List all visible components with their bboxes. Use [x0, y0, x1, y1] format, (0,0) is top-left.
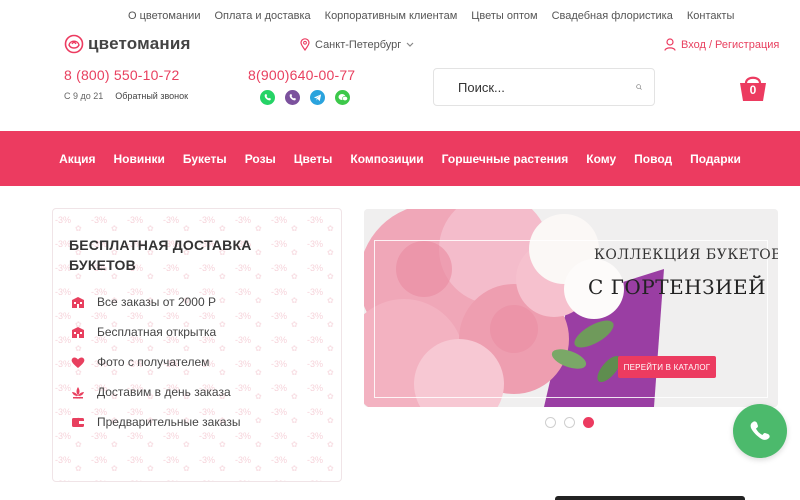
top-navigation: О цветомании Оплата и доставка Корпорати…: [128, 10, 734, 22]
nav-item-potted-plants[interactable]: Горшечные растения: [442, 152, 569, 166]
building-icon: [72, 326, 84, 338]
rose-logo-icon: [64, 34, 84, 54]
feature-item: Все заказы от 2000 Р: [71, 295, 216, 309]
slider-dot[interactable]: [545, 417, 556, 428]
phone-primary[interactable]: 8 (800) 550-10-72: [64, 67, 179, 83]
slider-dot-active[interactable]: [583, 417, 594, 428]
banner-catalog-button[interactable]: ПЕРЕЙТИ В КАТАЛОГ: [618, 356, 716, 378]
nav-item-flowers[interactable]: Цветы: [294, 152, 333, 166]
cart-button[interactable]: 0: [737, 72, 769, 104]
category-navigation: Акция Новинки Букеты Розы Цветы Композиц…: [0, 131, 800, 186]
wechat-icon[interactable]: [335, 90, 350, 105]
feature-item: Доставим в день заказа: [71, 385, 231, 399]
bottom-widget-edge: [555, 496, 745, 500]
free-delivery-panel: -3% ✿ БЕСПЛАТНАЯ ДОСТАВКА БУКЕТОВ Все за…: [52, 208, 342, 482]
topnav-item-wholesale[interactable]: Цветы оптом: [471, 10, 537, 22]
topnav-item-wedding[interactable]: Свадебная флористика: [552, 10, 673, 22]
nav-item-compositions[interactable]: Композиции: [350, 152, 423, 166]
site-logo[interactable]: цветомания: [64, 34, 191, 54]
login-label: Вход / Регистрация: [681, 38, 780, 51]
call-button[interactable]: [733, 404, 787, 458]
search-icon[interactable]: [636, 80, 642, 94]
hydrangea-bouquet-image: [364, 209, 778, 407]
feature-label: Предварительные заказы: [97, 415, 241, 429]
topnav-item-corporate[interactable]: Корпоративным клиентам: [325, 10, 458, 22]
whatsapp-icon[interactable]: [260, 90, 275, 105]
heart-icon: [71, 357, 85, 368]
callback-link[interactable]: Обратный звонок: [115, 91, 188, 101]
nav-item-new[interactable]: Новинки: [114, 152, 165, 166]
working-hours: С 9 до 21: [64, 91, 104, 101]
hero-banner[interactable]: КОЛЛЕКЦИЯ БУКЕТОВ С ГОРТЕНЗИЕЙ ПЕРЕЙТИ В…: [364, 209, 778, 407]
wallet-icon: [72, 418, 84, 427]
viber-icon[interactable]: [285, 90, 300, 105]
feature-label: Доставим в день заказа: [97, 385, 231, 399]
banner-title-line2: С ГОРТЕНЗИЕЙ: [588, 275, 767, 299]
feature-label: Все заказы от 2000 Р: [97, 295, 216, 309]
topnav-item-payment-delivery[interactable]: Оплата и доставка: [214, 10, 310, 22]
delivery-title: БЕСПЛАТНАЯ ДОСТАВКА БУКЕТОВ: [69, 237, 252, 273]
lotus-icon: [72, 386, 84, 398]
slider-dot[interactable]: [564, 417, 575, 428]
user-icon: [664, 38, 676, 51]
topnav-item-contacts[interactable]: Контакты: [687, 10, 735, 22]
building-icon: [72, 296, 84, 308]
banner-title-line1: КОЛЛЕКЦИЯ БУКЕТОВ: [594, 247, 778, 263]
telegram-icon[interactable]: [310, 90, 325, 105]
city-label: Санкт-Петербург: [315, 38, 402, 51]
slider-pagination: [545, 417, 594, 428]
nav-item-gifts[interactable]: Подарки: [690, 152, 741, 166]
cart-count: 0: [749, 83, 757, 97]
search-input[interactable]: [456, 78, 636, 96]
login-link[interactable]: Вход / Регистрация: [664, 38, 779, 51]
topnav-item-about[interactable]: О цветомании: [128, 10, 200, 22]
city-selector[interactable]: Санкт-Петербург: [300, 38, 414, 51]
logo-text: цветомания: [88, 34, 191, 53]
feature-item: Предварительные заказы: [71, 415, 241, 429]
feature-label: Фото с получателем: [97, 355, 210, 369]
phone-secondary[interactable]: 8(900)640-00-77: [248, 67, 355, 83]
chevron-down-icon: [406, 42, 414, 47]
phone-icon: [750, 421, 770, 440]
feature-item: Бесплатная открытка: [71, 325, 216, 339]
nav-item-occasion[interactable]: Повод: [634, 152, 672, 166]
nav-item-recipient[interactable]: Кому: [586, 152, 616, 166]
nav-item-roses[interactable]: Розы: [245, 152, 276, 166]
location-pin-icon: [300, 38, 310, 51]
search-box: [433, 68, 655, 106]
nav-item-sale[interactable]: Акция: [59, 152, 95, 166]
working-hours-row: С 9 до 21 Обратный звонок: [64, 91, 188, 101]
feature-item: Фото с получателем: [71, 355, 209, 369]
nav-item-bouquets[interactable]: Букеты: [183, 152, 227, 166]
feature-label: Бесплатная открытка: [97, 325, 217, 339]
messenger-links: [260, 90, 350, 105]
